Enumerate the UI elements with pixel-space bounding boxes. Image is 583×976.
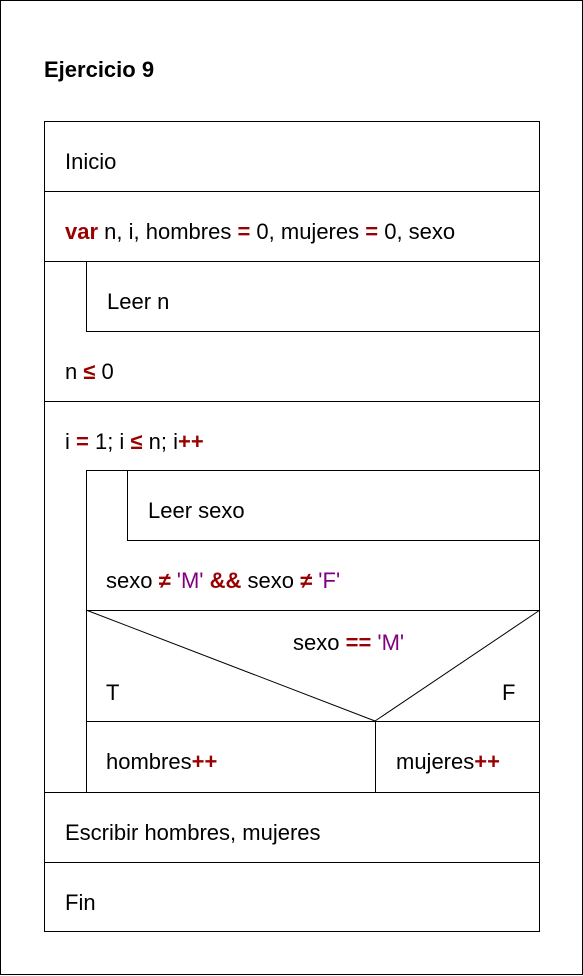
block-mujeres-inc: mujeres++ bbox=[396, 749, 500, 775]
op-leq: ≤ bbox=[83, 359, 96, 384]
for-part-3: n; i bbox=[142, 429, 178, 454]
block-until-sexo: sexo ≠ 'M' && sexo ≠ 'F' bbox=[106, 568, 340, 594]
string-f: 'F' bbox=[312, 568, 341, 593]
var-part-1: n, i, hombres bbox=[98, 219, 238, 244]
hombres-var: hombres bbox=[106, 749, 192, 774]
divider-escribir bbox=[44, 862, 540, 863]
string-m-if: 'M' bbox=[371, 630, 405, 655]
op-and: && bbox=[209, 568, 242, 593]
op-increment-hombres: ++ bbox=[191, 749, 218, 774]
divider-if bbox=[86, 721, 540, 722]
var-part-2: 0, mujeres bbox=[250, 219, 366, 244]
until-n-part-1: n bbox=[65, 359, 84, 384]
divider-until-sexo bbox=[86, 610, 540, 611]
divider-inicio bbox=[44, 191, 540, 192]
divider-leer-n bbox=[86, 331, 540, 332]
block-leer-n: Leer n bbox=[107, 289, 170, 314]
until-n-part-2: 0 bbox=[95, 359, 114, 384]
diagram-title: Ejercicio 9 bbox=[44, 57, 155, 82]
block-fin: Fin bbox=[65, 890, 96, 915]
divider-for bbox=[86, 470, 540, 471]
block-hombres-inc: hombres++ bbox=[106, 749, 217, 775]
op-increment: ++ bbox=[177, 429, 204, 454]
for-part-1: i bbox=[65, 429, 76, 454]
block-if-condition: sexo == 'M' bbox=[293, 630, 404, 656]
loop-bar-for bbox=[86, 470, 87, 792]
var-part-3: 0, sexo bbox=[378, 219, 456, 244]
op-assign-1: = bbox=[237, 219, 251, 244]
branch-separator bbox=[375, 721, 376, 792]
op-neq-2: ≠ bbox=[300, 568, 313, 593]
op-neq-1: ≠ bbox=[158, 568, 171, 593]
divider-for-end bbox=[44, 792, 540, 793]
block-for: i = 1; i ≤ n; i++ bbox=[65, 429, 204, 455]
op-increment-mujeres: ++ bbox=[474, 749, 500, 774]
string-m: 'M' bbox=[170, 568, 210, 593]
divider-until-n bbox=[44, 401, 540, 402]
until-sexo-part-2: sexo bbox=[241, 568, 301, 593]
block-leer-sexo: Leer sexo bbox=[148, 498, 245, 523]
block-var: var n, i, hombres = 0, mujeres = 0, sexo bbox=[65, 219, 455, 245]
divider-var bbox=[44, 261, 540, 262]
block-until-n: n ≤ 0 bbox=[65, 359, 114, 385]
keyword-var: var bbox=[65, 219, 99, 244]
op-leq-for: ≤ bbox=[130, 429, 143, 454]
op-assign: = bbox=[76, 429, 89, 454]
true-label: T bbox=[106, 680, 120, 705]
false-label: F bbox=[502, 680, 516, 705]
op-equals: == bbox=[345, 630, 372, 655]
block-escribir: Escribir hombres, mujeres bbox=[65, 820, 321, 845]
loop-bar-repeat-n bbox=[86, 261, 87, 331]
until-sexo-part-1: sexo bbox=[106, 568, 159, 593]
if-part-1: sexo bbox=[293, 630, 346, 655]
loop-bar-repeat-sexo bbox=[127, 470, 128, 540]
divider-leer-sexo bbox=[127, 540, 540, 541]
op-assign-2: = bbox=[365, 219, 379, 244]
block-inicio: Inicio bbox=[65, 149, 117, 174]
mujeres-var: mujeres bbox=[396, 749, 475, 774]
for-part-2: 1; i bbox=[88, 429, 131, 454]
